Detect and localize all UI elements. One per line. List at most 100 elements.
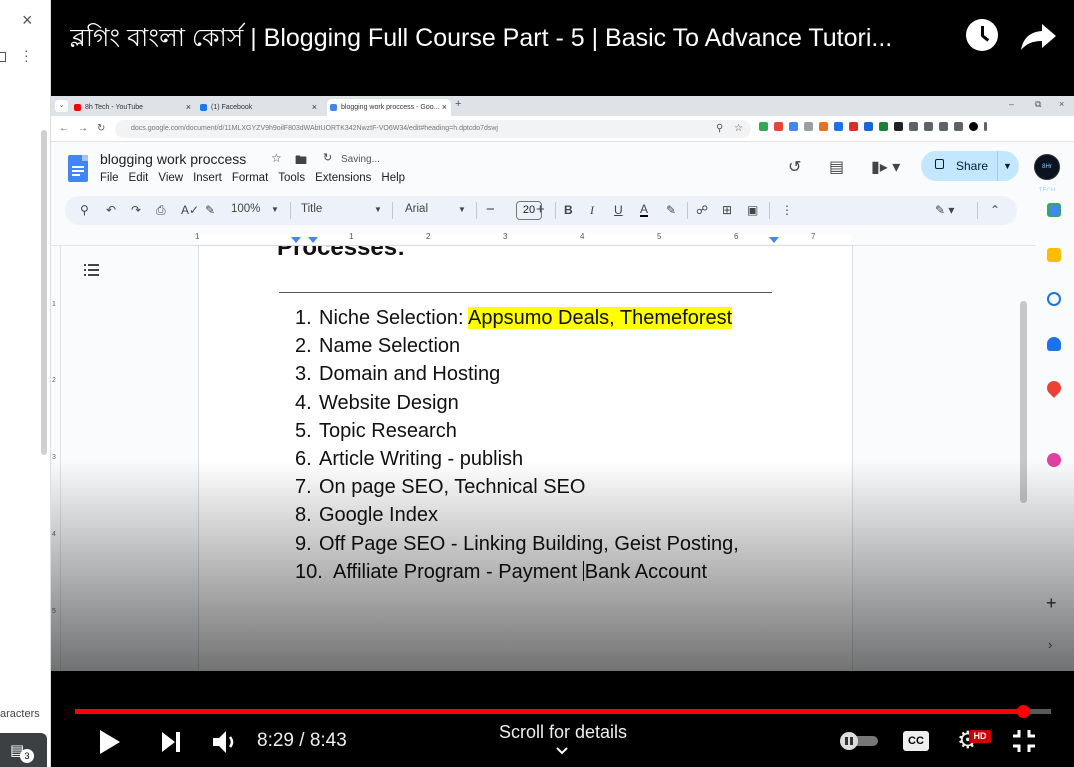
browser-menu-icon[interactable] bbox=[984, 122, 987, 131]
spellcheck-icon[interactable]: A✓ bbox=[181, 203, 199, 217]
menu-view[interactable]: View bbox=[158, 172, 183, 184]
insert-image-icon[interactable]: ▣ bbox=[747, 203, 758, 217]
close-icon[interactable]: × bbox=[22, 10, 33, 31]
star-icon[interactable]: ☆ bbox=[271, 151, 282, 165]
tab-close-icon[interactable]: × bbox=[186, 99, 191, 116]
maps-icon[interactable] bbox=[1044, 378, 1064, 398]
keep-icon[interactable] bbox=[1047, 248, 1061, 262]
panel-icon[interactable] bbox=[0, 52, 6, 62]
volume-icon[interactable] bbox=[211, 728, 239, 756]
comments-icon[interactable]: ▤ bbox=[829, 157, 844, 177]
menu-extensions[interactable]: Extensions bbox=[315, 172, 371, 184]
chevron-down-icon[interactable]: ▼ bbox=[271, 205, 279, 214]
list-item[interactable]: 6. Article Writing - publish bbox=[295, 448, 739, 476]
video-title[interactable]: ব্লগিং বাংলা কোর্স | Blogging Full Cours… bbox=[70, 18, 950, 61]
addon-icon[interactable] bbox=[1047, 453, 1061, 467]
more-vert-icon[interactable]: · · · bbox=[24, 43, 29, 67]
zoom-select[interactable]: 100% bbox=[231, 203, 260, 215]
extension-icon[interactable] bbox=[789, 122, 798, 131]
extension-icon[interactable] bbox=[864, 122, 873, 131]
menu-format[interactable]: Format bbox=[232, 172, 268, 184]
add-addon-icon[interactable]: + bbox=[1046, 593, 1057, 614]
document-page[interactable]: Processes: 1. Niche Selection: Appsumo De… bbox=[199, 246, 852, 671]
tasks-icon[interactable] bbox=[1047, 292, 1061, 306]
highlight-icon[interactable]: ✎ bbox=[666, 203, 676, 217]
scroll-for-details[interactable]: Scroll for details bbox=[480, 722, 646, 743]
document-scrollbar[interactable] bbox=[1020, 301, 1027, 503]
calendar-icon[interactable] bbox=[1047, 203, 1061, 217]
avatar[interactable]: 8Hr TECH bbox=[1034, 154, 1060, 194]
profile-avatar-icon[interactable] bbox=[969, 122, 978, 131]
menu-help[interactable]: Help bbox=[381, 172, 405, 184]
chevron-down-icon[interactable]: ▼ bbox=[1003, 151, 1012, 181]
document-outline-icon[interactable] bbox=[84, 264, 99, 277]
hide-menus-icon[interactable]: ⌃ bbox=[990, 203, 1000, 217]
sidepanel-icon[interactable] bbox=[954, 122, 963, 131]
menu-edit[interactable]: Edit bbox=[129, 172, 149, 184]
extension-icon[interactable] bbox=[879, 122, 888, 131]
extension-icon[interactable] bbox=[819, 122, 828, 131]
add-comment-icon[interactable]: ⊞ bbox=[722, 203, 732, 217]
list-item[interactable]: 1. Niche Selection: Appsumo Deals, Themef… bbox=[295, 307, 739, 335]
chevron-down-icon[interactable] bbox=[555, 744, 569, 758]
version-history-icon[interactable]: ↺ bbox=[788, 157, 801, 177]
list-item[interactable]: 3. Domain and Hosting bbox=[295, 363, 739, 391]
window-close-icon[interactable]: × bbox=[1059, 99, 1064, 109]
reload-icon[interactable]: ↻ bbox=[97, 123, 105, 134]
left-scrollbar[interactable] bbox=[41, 130, 47, 455]
captions-button[interactable]: CC bbox=[903, 731, 929, 751]
minimize-icon[interactable]: – bbox=[1009, 99, 1014, 109]
print-icon[interactable]: ⎙ bbox=[156, 203, 166, 218]
extension-icon[interactable] bbox=[759, 122, 768, 131]
extension-icon[interactable] bbox=[849, 122, 858, 131]
menu-insert[interactable]: Insert bbox=[193, 172, 222, 184]
bold-button[interactable]: B bbox=[564, 203, 573, 217]
first-line-indent-marker[interactable] bbox=[308, 237, 318, 243]
browser-tab[interactable]: 8h Tech - YouTube × bbox=[71, 99, 195, 116]
extensions-puzzle-icon[interactable] bbox=[909, 122, 918, 131]
left-indent-marker[interactable] bbox=[291, 237, 301, 243]
text-color-button[interactable]: A bbox=[640, 203, 649, 217]
chevron-down-icon[interactable]: ▼ bbox=[458, 205, 466, 214]
extension-icon[interactable] bbox=[804, 122, 813, 131]
restore-icon[interactable]: ⧉ bbox=[1035, 99, 1041, 110]
tab-close-icon[interactable]: × bbox=[312, 99, 317, 116]
list-item[interactable]: 7. On page SEO, Technical SEO bbox=[295, 476, 739, 504]
decrease-font-icon[interactable]: − bbox=[486, 201, 495, 218]
underline-button[interactable]: U bbox=[614, 203, 623, 217]
extension-icon[interactable] bbox=[774, 122, 783, 131]
progress-bar[interactable] bbox=[75, 705, 1051, 718]
download-icon[interactable] bbox=[939, 122, 948, 131]
search-menus-icon[interactable]: ⚲ bbox=[80, 203, 89, 217]
extension-icon[interactable] bbox=[834, 122, 843, 131]
tab-close-icon[interactable]: × bbox=[442, 99, 447, 116]
move-folder-icon[interactable]: 🖿 bbox=[295, 151, 307, 172]
list-item[interactable]: 9. Off Page SEO - Linking Building, Geist… bbox=[295, 533, 739, 561]
tab-search-icon[interactable]: ⌄ bbox=[55, 100, 68, 112]
url-input[interactable]: docs.google.com/document/d/11MLXGYZV9h9o… bbox=[115, 120, 751, 138]
forward-icon[interactable]: → bbox=[78, 123, 88, 134]
docs-logo-icon[interactable] bbox=[68, 155, 88, 182]
undo-icon[interactable]: ↶ bbox=[106, 203, 116, 217]
autoplay-toggle-icon[interactable] bbox=[838, 732, 880, 750]
share-icon[interactable] bbox=[1018, 18, 1058, 54]
exit-fullscreen-icon[interactable] bbox=[1012, 729, 1036, 753]
play-icon[interactable] bbox=[97, 728, 123, 756]
paint-format-icon[interactable]: ✎ bbox=[205, 203, 215, 217]
bookmark-star-icon[interactable]: ☆ bbox=[734, 123, 743, 134]
list-item[interactable]: 8. Google Index bbox=[295, 504, 739, 532]
share-button[interactable]: Share ▼ bbox=[921, 151, 1019, 181]
more-options-icon[interactable]: ⋮ bbox=[781, 203, 793, 217]
editing-mode-icon[interactable]: ✎ ▾ bbox=[935, 203, 954, 217]
reading-list-icon[interactable] bbox=[924, 122, 933, 131]
redo-icon[interactable]: ↷ bbox=[131, 203, 141, 217]
meet-icon[interactable]: ▮▸ ▾ bbox=[871, 157, 900, 177]
chat-button[interactable]: ▤ 3 bbox=[0, 733, 47, 767]
back-icon[interactable]: ← bbox=[59, 123, 69, 134]
link-icon[interactable]: ☍ bbox=[696, 203, 708, 217]
browser-tab-active[interactable]: blogging work proccess - Goo... × bbox=[327, 99, 451, 116]
list-item[interactable]: 5. Topic Research bbox=[295, 420, 739, 448]
italic-button[interactable]: I bbox=[590, 203, 594, 218]
menu-file[interactable]: File bbox=[100, 172, 119, 184]
contacts-icon[interactable] bbox=[1047, 337, 1061, 351]
